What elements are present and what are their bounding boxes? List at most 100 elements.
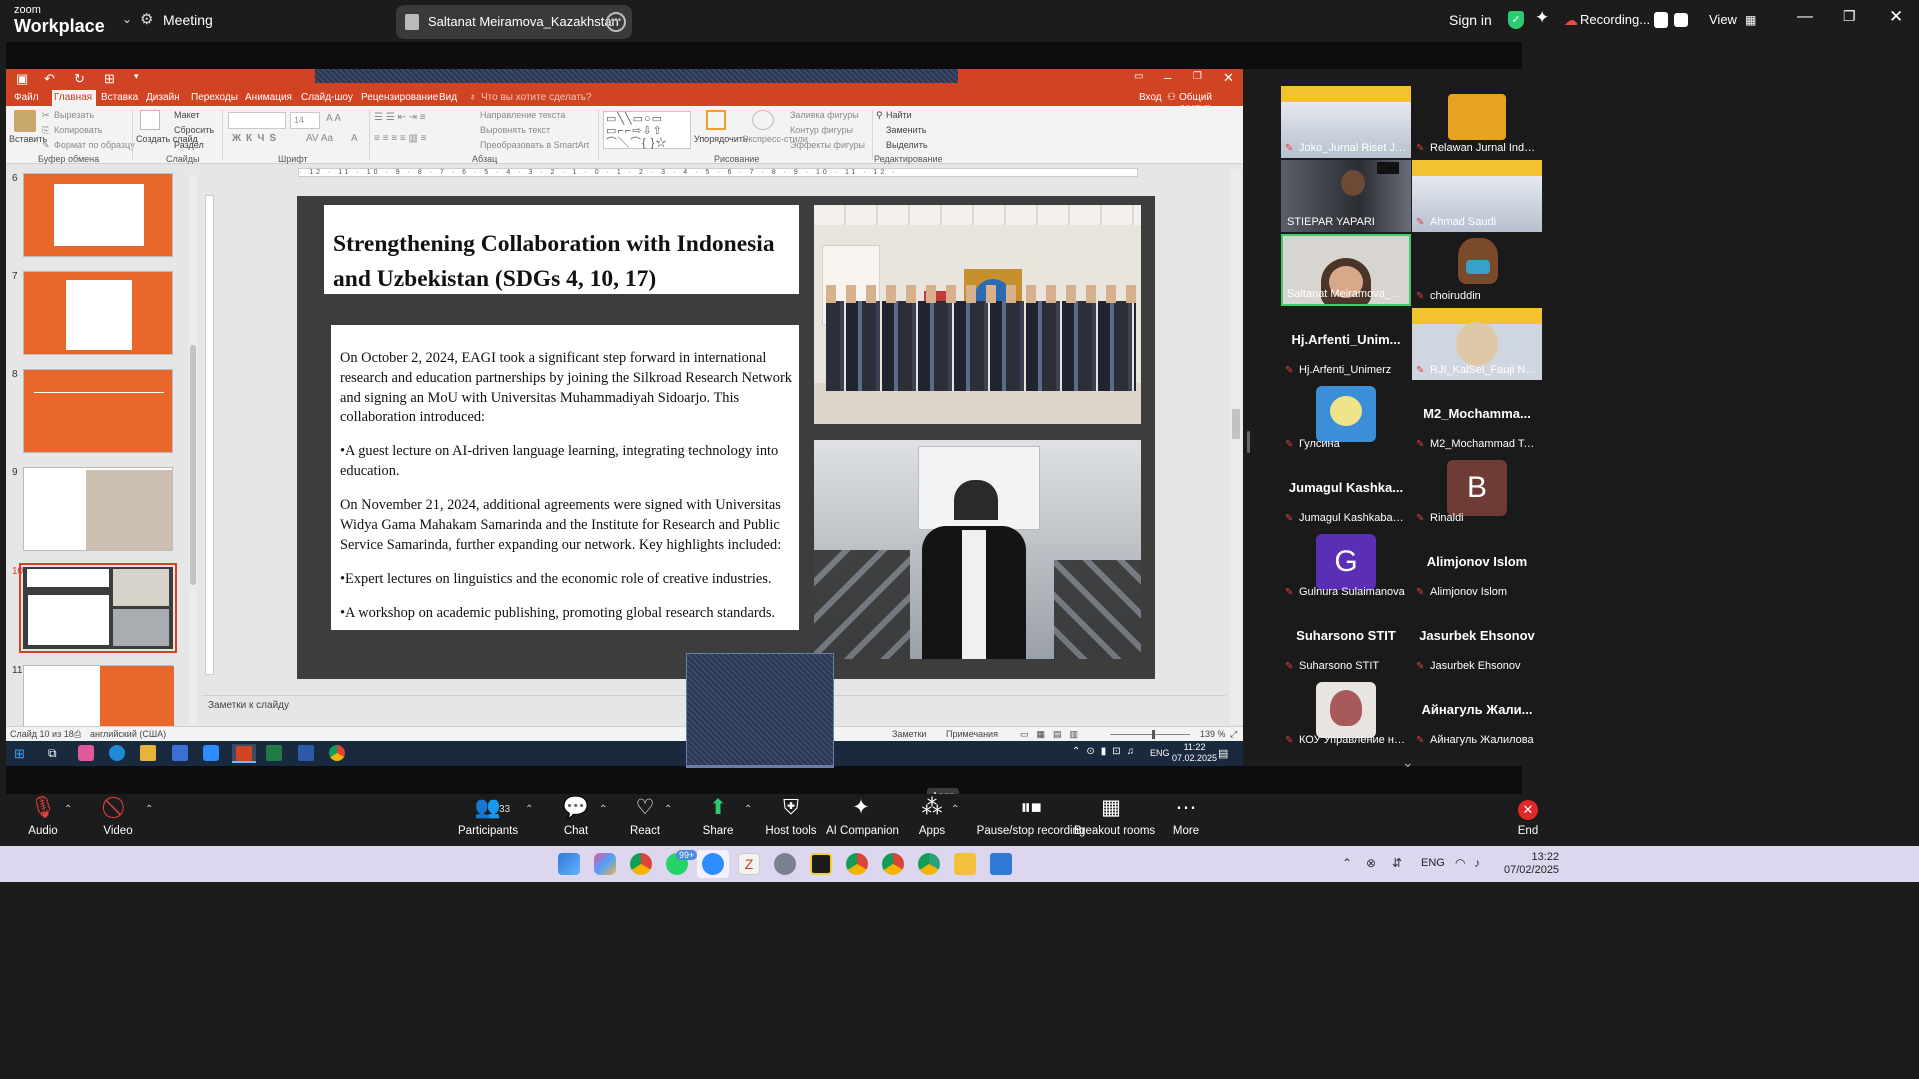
participants-caret[interactable]: ⌃ — [525, 804, 533, 815]
breakout-rooms-button[interactable]: ▦ Breakout rooms — [1074, 794, 1155, 837]
participant-tile-speaking[interactable]: Saltanat Meiramova_Kaz... — [1281, 234, 1411, 306]
word-icon[interactable] — [298, 745, 314, 761]
apps-caret[interactable]: ⌃ — [951, 804, 959, 815]
new-slide-button[interactable]: Создать слайд — [136, 134, 198, 145]
zoom-slider[interactable] — [1110, 730, 1190, 739]
quick-styles-icon[interactable] — [752, 110, 774, 130]
ai-sparkle-icon[interactable]: ✦ — [1535, 8, 1549, 28]
scrollbar-thumb[interactable] — [1232, 409, 1240, 439]
text-direction-button[interactable]: Направление текста — [480, 110, 565, 120]
tab-insert[interactable]: Вставка — [101, 92, 138, 103]
font-name-box[interactable] — [228, 112, 286, 129]
paste-icon[interactable] — [14, 110, 36, 132]
slide-thumb-8[interactable] — [23, 369, 173, 453]
slide-thumb-6[interactable] — [23, 173, 173, 257]
chrome-icon[interactable] — [329, 745, 345, 761]
participant-tile[interactable]: Айнагуль Жали... ✎ Айнагуль Жалилова — [1412, 678, 1542, 750]
font-format-buttons[interactable]: ЖКЧS — [232, 133, 281, 144]
zoom-workplace-logo[interactable]: zoom Workplace — [14, 5, 105, 37]
tray-app-icon[interactable]: ⇵ — [1392, 856, 1402, 870]
quick-styles-button[interactable]: Экспресс-стили — [742, 134, 808, 145]
minimize-icon[interactable]: — — [1797, 8, 1813, 26]
font-size-box[interactable]: 14 — [290, 112, 320, 129]
customize-toolbar-icon[interactable]: ▾ — [134, 71, 139, 82]
react-caret[interactable]: ⌃ — [664, 804, 672, 815]
participant-tile[interactable]: G ✎ Gulnura Sulaimanova — [1281, 530, 1411, 602]
shape-effects-button[interactable]: Эффекты фигуры — [790, 140, 865, 150]
app-icon[interactable] — [172, 745, 188, 761]
participant-tile[interactable]: Hj.Arfenti_Unim... ✎ Hj.Arfenti_Unimerz — [1281, 308, 1411, 380]
grid-view-icon[interactable]: ▦ — [1745, 13, 1756, 27]
participant-tile[interactable]: ✎ Ahmad Saudi — [1412, 160, 1542, 232]
tab-home[interactable]: Главная — [54, 92, 92, 103]
section-button[interactable]: Раздел — [174, 140, 204, 150]
settings-gear-icon[interactable] — [774, 853, 796, 875]
chrome-icon[interactable] — [630, 853, 652, 875]
view-buttons[interactable]: ▭▦▤▥ — [1020, 729, 1086, 740]
audio-options-caret[interactable]: ⌃ — [64, 804, 72, 815]
language-status[interactable]: английский (США) — [90, 729, 166, 739]
participant-tile[interactable]: ✎ choiruddin — [1412, 234, 1542, 306]
edge-icon[interactable] — [109, 745, 125, 761]
tell-me-box[interactable]: Что вы хотите сделать? — [481, 92, 592, 103]
shape-outline-button[interactable]: Контур фигуры — [790, 125, 853, 135]
lecture-photo[interactable] — [814, 440, 1141, 659]
chevron-down-icon[interactable]: ⌄ — [122, 12, 132, 26]
zotero-icon[interactable]: Z — [738, 853, 760, 875]
cut-button[interactable]: Вырезать — [54, 110, 94, 120]
view-button[interactable]: View — [1709, 12, 1737, 27]
inner-clock[interactable]: 11:22 07.02.2025 — [1172, 742, 1217, 764]
arrange-button[interactable]: Упорядочить — [694, 134, 748, 144]
video-button[interactable]: ⃠ Video — [97, 794, 139, 837]
find-button[interactable]: Найти — [886, 110, 912, 120]
font-spacing-icon[interactable]: AV Aa — [306, 133, 333, 144]
end-meeting-button[interactable]: ✕ End — [1508, 794, 1548, 837]
thumbnails-scrollbar[interactable] — [189, 175, 197, 725]
replace-button[interactable]: Заменить — [886, 125, 926, 135]
participant-tile[interactable]: Suharsono STIT ✎ Suharsono STIT — [1281, 604, 1411, 676]
chat-caret[interactable]: ⌃ — [599, 804, 607, 815]
fit-to-window-icon[interactable]: ⤢ — [1230, 729, 1237, 740]
participant-tile[interactable]: ✎ Гулсина — [1281, 382, 1411, 454]
chat-button[interactable]: 💬 Chat — [556, 794, 596, 837]
find-icon[interactable]: ⚲ — [876, 110, 883, 121]
spellcheck-icon[interactable]: ⎙ — [74, 729, 81, 740]
react-button[interactable]: ♡ React — [625, 794, 665, 837]
zoom-app-icon[interactable] — [203, 745, 219, 761]
share-caret[interactable]: ⌃ — [744, 804, 752, 815]
file-explorer-icon[interactable] — [954, 853, 976, 875]
align-buttons-icon[interactable]: ≡ ≡ ≡ ≡ ▥ ≡ — [374, 133, 427, 144]
restore-icon[interactable]: ❐ — [1843, 8, 1856, 25]
participant-tile[interactable]: ✎ Relawan Jurnal Indon... — [1412, 86, 1542, 158]
file-explorer-icon[interactable] — [140, 745, 156, 761]
video-options-caret[interactable]: ⌃ — [145, 804, 153, 815]
screen-share-pill[interactable]: Saltanat Meiramova_Kazakhstan ••• — [396, 5, 632, 39]
apps-button[interactable]: ⁂ Apps — [912, 794, 952, 837]
slide-thumb-7[interactable] — [23, 271, 173, 355]
zoom-app-icon[interactable] — [702, 853, 724, 875]
layout-button[interactable]: Макет — [174, 110, 199, 120]
redo-icon[interactable]: ↻ — [74, 71, 85, 87]
list-buttons-icon[interactable]: ☰ ☰ ⇤ ⇥ ≡ — [374, 112, 426, 123]
inner-language[interactable]: ENG — [1150, 748, 1170, 758]
windows-start-icon[interactable] — [558, 853, 580, 875]
grow-font-icon[interactable]: A A — [326, 113, 341, 124]
tray-icons[interactable]: ⌃⊙▮⊡♫ — [1072, 746, 1140, 757]
language-indicator[interactable]: ENG — [1421, 857, 1445, 869]
zoom-slider-handle[interactable] — [1152, 730, 1155, 739]
chrome-profile-icon[interactable] — [882, 853, 904, 875]
copilot-icon[interactable] — [594, 853, 616, 875]
tab-transitions[interactable]: Переходы — [191, 92, 238, 103]
participant-tile[interactable]: Alimjonov Islom ✎ Alimjonov Islom — [1412, 530, 1542, 602]
more-button[interactable]: ⋯ More — [1166, 794, 1206, 837]
arrange-icon[interactable] — [706, 110, 726, 130]
sign-in-button[interactable]: Sign in — [1449, 12, 1492, 28]
chrome-profile-icon[interactable] — [918, 853, 940, 875]
system-clock[interactable]: 13:22 07/02/2025 — [1504, 851, 1559, 877]
current-slide[interactable]: Strengthening Collaboration with Indones… — [297, 196, 1155, 679]
reset-button[interactable]: Сбросить — [174, 125, 214, 135]
slide-thumb-9[interactable] — [23, 467, 173, 551]
participant-tile[interactable]: B ✎ Rinaldi — [1412, 456, 1542, 528]
scissors-icon[interactable]: ✂ — [42, 110, 50, 121]
ribbon-display-icon[interactable]: ▭ — [1134, 71, 1143, 82]
